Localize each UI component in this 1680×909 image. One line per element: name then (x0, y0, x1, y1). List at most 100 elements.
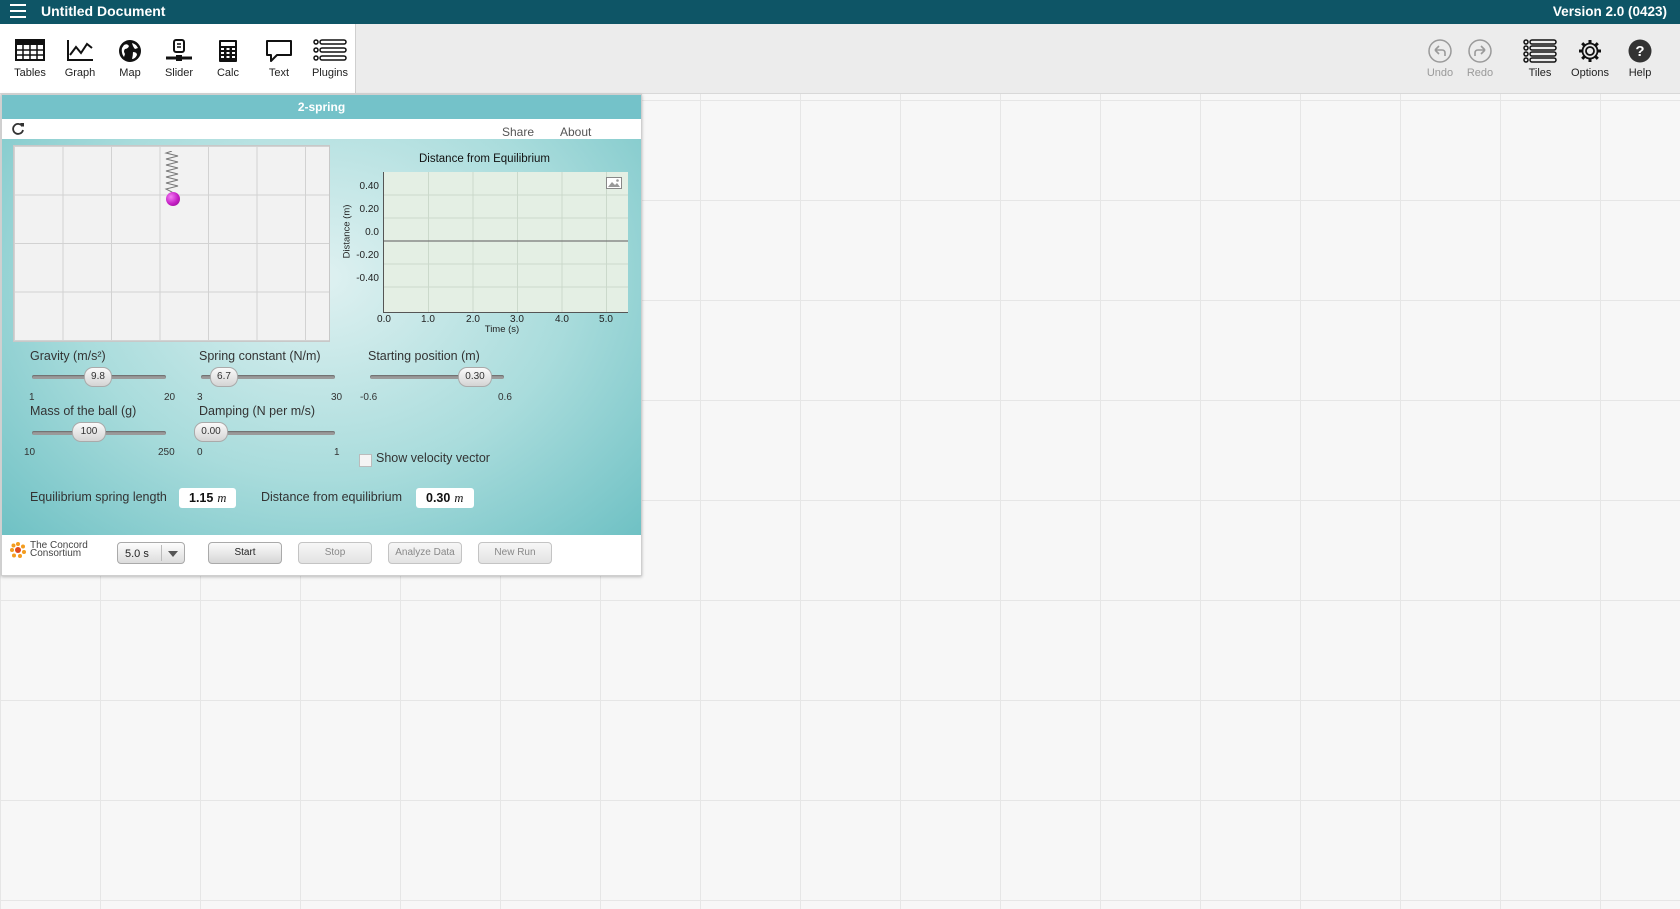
map-tool-label: Map (119, 67, 141, 79)
y-tick-label: 0.0 (365, 227, 379, 238)
component-tools: Tables Graph Map Slider Calc Text Plugin… (0, 24, 356, 93)
image-export-icon[interactable] (606, 177, 622, 189)
gravity-min: 1 (29, 392, 35, 403)
damping-min: 0 (197, 447, 203, 458)
redo-icon (1468, 39, 1492, 63)
about-link[interactable]: About (560, 125, 591, 139)
stop-button[interactable]: Stop (298, 542, 372, 564)
hamburger-menu-icon[interactable] (10, 4, 26, 18)
tiles-icon (1523, 39, 1557, 63)
run-duration-select[interactable]: 5.0 s (117, 542, 185, 564)
starting-position-max: 0.6 (498, 392, 512, 403)
x-tick-label: 4.0 (555, 314, 569, 325)
damping-max: 1 (334, 447, 340, 458)
top-bar: Untitled Document Version 2.0 (0423) (0, 0, 1680, 24)
globe-icon (119, 40, 141, 62)
calculator-icon (219, 40, 237, 62)
new-run-button[interactable]: New Run (478, 542, 552, 564)
plugins-icon (313, 39, 347, 61)
undo-icon (1428, 39, 1452, 63)
speech-bubble-icon (266, 40, 292, 62)
slider-tool-label: Slider (164, 67, 194, 79)
gear-icon (1579, 40, 1601, 62)
tile-toolbar (2, 119, 641, 139)
graph-x-axis-label: Time (s) (484, 324, 520, 335)
damping-label: Damping (N per m/s) (199, 404, 315, 418)
concord-consortium-logo-text: The Concord Consortium (30, 541, 88, 559)
equilibrium-length-label: Equilibrium spring length (30, 490, 167, 504)
help-button[interactable]: ? Help (1616, 24, 1664, 93)
starting-position-min: -0.6 (360, 392, 378, 403)
distance-value: 0.30 (426, 491, 451, 505)
dropdown-separator (161, 545, 162, 561)
spring-constant-max: 30 (331, 392, 343, 403)
distance-unit: m (454, 491, 464, 505)
x-tick-label: 1.0 (421, 314, 435, 325)
spring-constant-min: 3 (197, 392, 203, 403)
show-velocity-label: Show velocity vector (376, 451, 490, 465)
map-tool-button[interactable]: Map (106, 24, 154, 93)
redo-button[interactable]: Redo (1456, 24, 1504, 93)
help-icon: ? (1628, 39, 1652, 63)
distance-graph: Distance from Equilibrium Distance (m) 0… (332, 143, 637, 343)
redo-label: Redo (1466, 67, 1494, 79)
options-label: Options (1571, 67, 1609, 79)
equilibrium-length-value: 1.15 (189, 491, 214, 505)
mass-max: 250 (158, 447, 175, 458)
simulation-view (13, 145, 330, 342)
model-area: Distance from Equilibrium Distance (m) 0… (2, 139, 641, 535)
tool-shelf: Tables Graph Map Slider Calc Text Plugin… (0, 24, 1680, 94)
calc-tool-button[interactable]: Calc (204, 24, 252, 93)
y-tick-label: 0.20 (359, 204, 379, 215)
logo-line-2: Consortium (30, 548, 82, 559)
distance-from-equilibrium-label: Distance from equilibrium (261, 490, 403, 504)
chevron-down-icon (168, 551, 178, 557)
plot-grid (384, 172, 628, 312)
mass-min: 10 (24, 447, 36, 458)
gravity-max: 20 (164, 392, 176, 403)
options-button[interactable]: Options (1566, 24, 1614, 93)
mass-slider-thumb[interactable]: 100 (72, 422, 106, 442)
mass-label: Mass of the ball (g) (30, 404, 137, 418)
concord-consortium-logo-icon (10, 542, 26, 558)
plugins-tool-button[interactable]: Plugins (306, 24, 354, 93)
gravity-slider-thumb[interactable]: 9.8 (84, 367, 112, 387)
slider-tool-button[interactable]: Slider (155, 24, 203, 93)
run-duration-value: 5.0 s (125, 548, 149, 560)
calc-tool-label: Calc (216, 67, 239, 79)
graph-plot-area[interactable] (383, 172, 628, 313)
model-control-bar: The Concord Consortium 5.0 s Start Stop … (2, 535, 641, 575)
damping-slider-thumb[interactable]: 0.00 (194, 422, 228, 442)
spring-icon (164, 151, 179, 195)
graph-icon (67, 40, 93, 61)
share-link[interactable]: Share (502, 125, 534, 139)
spring-model-tile: 2-spring Share About Distance from Equil… (1, 94, 642, 576)
x-tick-label: 0.0 (377, 314, 391, 325)
starting-position-slider-thumb[interactable]: 0.30 (458, 367, 492, 387)
svg-text:?: ? (1635, 43, 1644, 60)
document-title[interactable]: Untitled Document (41, 3, 165, 19)
spring-constant-label: Spring constant (N/m) (199, 349, 321, 363)
plugins-tool-label: Plugins (311, 67, 349, 79)
equilibrium-length-readout: 1.15 m (179, 488, 236, 508)
x-tick-label: 5.0 (599, 314, 613, 325)
graph-tool-button[interactable]: Graph (56, 24, 104, 93)
graph-tool-label: Graph (64, 67, 96, 79)
text-tool-label: Text (268, 67, 290, 79)
start-button[interactable]: Start (208, 542, 282, 564)
equilibrium-length-unit: m (217, 491, 227, 505)
tiles-label: Tiles (1528, 67, 1552, 79)
tile-title[interactable]: 2-spring (2, 95, 641, 119)
table-icon (15, 39, 45, 61)
y-tick-label: 0.40 (359, 181, 379, 192)
show-velocity-checkbox[interactable] (359, 454, 372, 467)
ball[interactable] (166, 192, 180, 206)
analyze-data-button[interactable]: Analyze Data (388, 542, 462, 564)
tables-tool-button[interactable]: Tables (6, 24, 54, 93)
reload-icon[interactable] (10, 121, 26, 137)
distance-from-equilibrium-readout: 0.30 m (416, 488, 474, 508)
text-tool-button[interactable]: Text (255, 24, 303, 93)
help-label: Help (1628, 67, 1652, 79)
spring-constant-slider-thumb[interactable]: 6.7 (210, 367, 238, 387)
tiles-button[interactable]: Tiles (1516, 24, 1564, 93)
